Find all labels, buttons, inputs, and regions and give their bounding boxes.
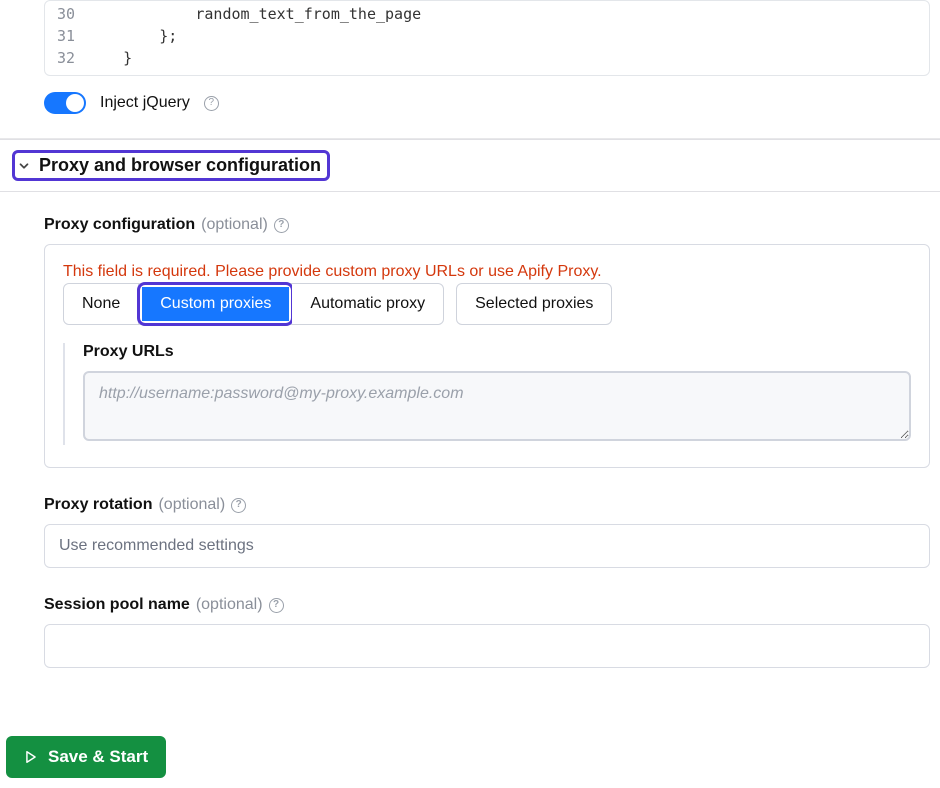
proxy-config-label-text: Proxy configuration	[44, 216, 195, 234]
inject-jquery-toggle[interactable]	[44, 92, 86, 114]
proxy-option-none[interactable]: None	[64, 284, 139, 324]
play-icon	[24, 749, 38, 765]
session-pool-input[interactable]	[44, 624, 930, 668]
session-pool-label: Session pool name (optional) ?	[44, 596, 930, 614]
proxy-rotation-label-text: Proxy rotation	[44, 496, 152, 514]
proxy-option-custom[interactable]: Custom proxies	[142, 287, 289, 321]
proxy-urls-label: Proxy URLs	[83, 343, 911, 361]
proxy-rotation-select[interactable]: Use recommended settings	[44, 524, 930, 568]
proxy-config-error: This field is required. Please provide c…	[63, 263, 911, 281]
help-icon[interactable]: ?	[204, 96, 219, 111]
code-line: 30 random_text_from_the_page	[45, 3, 929, 25]
help-icon[interactable]: ?	[274, 218, 289, 233]
optional-hint: (optional)	[196, 596, 263, 614]
save-start-button[interactable]: Save & Start	[6, 736, 166, 778]
code-editor[interactable]: 30 random_text_from_the_page 31 }; 32 }	[44, 0, 930, 76]
action-bar: Save & Start	[0, 728, 940, 788]
optional-hint: (optional)	[201, 216, 268, 234]
help-icon[interactable]: ?	[269, 598, 284, 613]
code-line: 31 };	[45, 25, 929, 47]
proxy-urls-input[interactable]	[83, 371, 911, 441]
line-number: 30	[45, 3, 87, 25]
line-number: 31	[45, 25, 87, 47]
chevron-down-icon	[17, 159, 31, 173]
proxy-config-panel: This field is required. Please provide c…	[44, 244, 930, 468]
save-start-label: Save & Start	[48, 747, 148, 767]
proxy-rotation-label: Proxy rotation (optional) ?	[44, 496, 930, 514]
code-text: }	[87, 47, 132, 69]
section-header[interactable]: Proxy and browser configuration	[0, 139, 940, 192]
session-pool-label-text: Session pool name	[44, 596, 190, 614]
code-line: 32 }	[45, 47, 929, 69]
proxy-config-label: Proxy configuration (optional) ?	[44, 216, 930, 234]
section-title: Proxy and browser configuration	[39, 155, 321, 176]
line-number: 32	[45, 47, 87, 69]
proxy-option-automatic[interactable]: Automatic proxy	[292, 284, 443, 324]
proxy-mode-group: None Custom proxies Automatic proxy Sele…	[63, 283, 911, 325]
code-text: random_text_from_the_page	[87, 3, 421, 25]
proxy-option-selected[interactable]: Selected proxies	[456, 283, 612, 325]
help-icon[interactable]: ?	[231, 498, 246, 513]
inject-jquery-label: Inject jQuery	[100, 94, 190, 112]
proxy-urls-panel: Proxy URLs	[63, 343, 911, 445]
code-text: };	[87, 25, 177, 47]
optional-hint: (optional)	[158, 496, 225, 514]
